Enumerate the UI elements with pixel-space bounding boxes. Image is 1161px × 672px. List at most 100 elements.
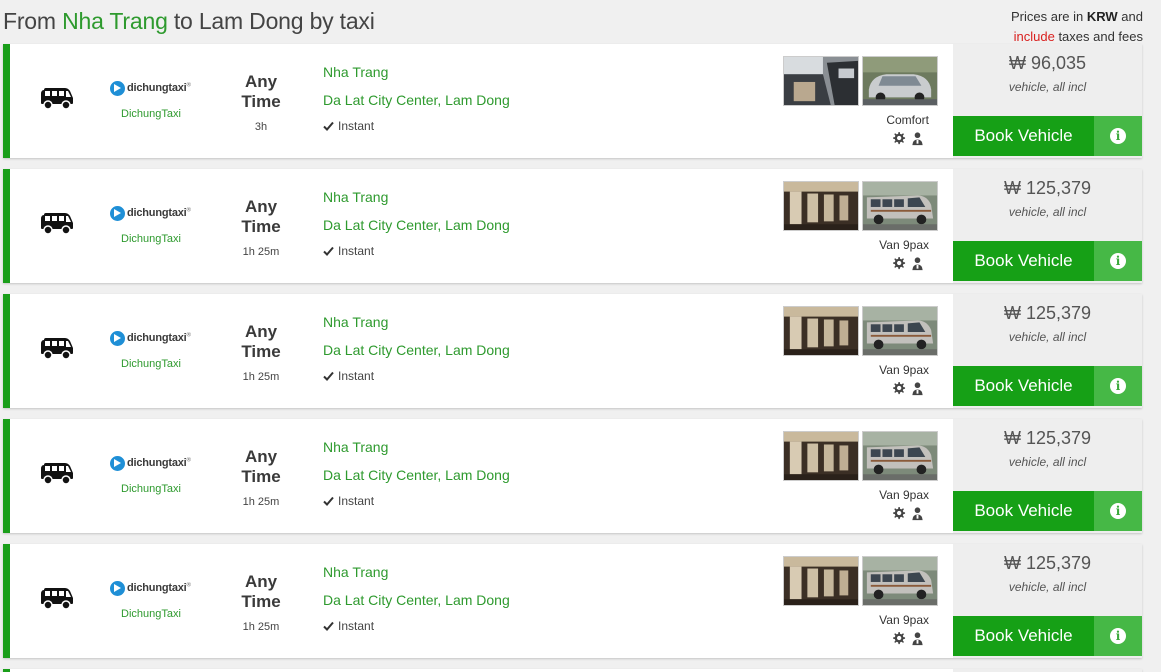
operator-logo-wordmark: dichungtaxi <box>127 207 187 219</box>
price-box: ₩ 96,035 vehicle, all incl Book Vehicle … <box>953 44 1142 158</box>
departure-time: Any Time <box>225 447 297 487</box>
title-destination: Lam Dong <box>198 8 304 34</box>
note-include: include <box>1013 29 1055 44</box>
van-icon <box>41 88 73 110</box>
info-icon: i <box>1110 253 1126 269</box>
vehicle-photo-interior[interactable] <box>783 181 859 231</box>
price-amount: ₩ 125,379 <box>1003 178 1092 198</box>
time-line1: Any <box>244 447 278 466</box>
info-button[interactable]: i <box>1094 241 1142 281</box>
info-icon: i <box>1110 128 1126 144</box>
book-vehicle-button[interactable]: Book Vehicle <box>953 491 1094 531</box>
gear-icon <box>893 131 906 145</box>
operator-logo-text: dichungtaxi® <box>127 207 191 219</box>
operator-name: DichungTaxi <box>121 608 181 620</box>
info-button[interactable]: i <box>1094 616 1142 656</box>
trip-duration: 1h 25m <box>242 371 280 383</box>
pickup-location[interactable]: Nha Trang <box>323 439 388 455</box>
price-box: ₩ 125,379 vehicle, all incl Book Vehicle… <box>953 544 1142 658</box>
vehicle-photo-interior[interactable] <box>783 431 859 481</box>
dropoff-location[interactable]: Da Lat City Center, Lam Dong <box>323 592 510 608</box>
price-currency-note: Prices are in KRW and include taxes and … <box>1011 7 1143 47</box>
operator-logo-mark <box>110 205 125 221</box>
van-icon <box>41 463 73 485</box>
instant-label: Instant <box>338 619 375 633</box>
price-amount: ₩ 96,035 <box>1008 53 1087 73</box>
vehicle-class: Van 9pax <box>879 613 929 627</box>
pickup-location[interactable]: Nha Trang <box>323 564 388 580</box>
book-vehicle-button[interactable]: Book Vehicle <box>953 616 1094 656</box>
instant-label: Instant <box>338 494 375 508</box>
instant-confirmation: Instant <box>323 369 374 383</box>
dropoff-location[interactable]: Da Lat City Center, Lam Dong <box>323 467 510 483</box>
book-vehicle-button[interactable]: Book Vehicle <box>953 241 1094 281</box>
title-suffix: by taxi <box>303 8 375 34</box>
trip-duration: 1h 25m <box>242 246 280 258</box>
row-accent-bar <box>3 44 10 158</box>
vehicle-photo-interior[interactable] <box>783 556 859 606</box>
vehicle-class: Van 9pax <box>879 488 929 502</box>
operator-name: DichungTaxi <box>121 108 181 120</box>
result-row: dichungtaxi® DichungTaxi Any Time 1h 25m… <box>3 169 1142 283</box>
note-prefix: Prices are in <box>1011 9 1087 24</box>
operator-name: DichungTaxi <box>121 233 181 245</box>
result-row: dichungtaxi® DichungTaxi Any Time 3h Nha… <box>3 44 1142 158</box>
dropoff-location[interactable]: Da Lat City Center, Lam Dong <box>323 217 510 233</box>
departure-time: Any Time <box>225 572 297 612</box>
trip-duration: 1h 25m <box>242 496 280 508</box>
van-icon <box>41 213 73 235</box>
page-title: From Nha Trang to Lam Dong by taxi <box>3 8 375 35</box>
gear-icon <box>893 381 906 395</box>
time-line2: Time <box>241 217 281 236</box>
operator-logo-wordmark: dichungtaxi <box>127 82 187 94</box>
vehicle-photo-interior[interactable] <box>783 306 859 356</box>
info-button[interactable]: i <box>1094 366 1142 406</box>
pickup-location[interactable]: Nha Trang <box>323 64 388 80</box>
pickup-location[interactable]: Nha Trang <box>323 314 388 330</box>
vehicle-class: Comfort <box>886 113 929 127</box>
vehicle-photo-exterior[interactable] <box>862 181 938 231</box>
dropoff-location[interactable]: Da Lat City Center, Lam Dong <box>323 342 510 358</box>
operator-logo: dichungtaxi® <box>110 329 194 347</box>
operator-logo: dichungtaxi® <box>110 79 194 97</box>
operator-logo-mark <box>110 455 125 471</box>
operator-logo: dichungtaxi® <box>110 204 194 222</box>
vehicle-photo-exterior[interactable] <box>862 431 938 481</box>
dropoff-location[interactable]: Da Lat City Center, Lam Dong <box>323 92 510 108</box>
info-button[interactable]: i <box>1094 491 1142 531</box>
operator-logo: dichungtaxi® <box>110 454 194 472</box>
instant-label: Instant <box>338 369 375 383</box>
time-line2: Time <box>241 467 281 486</box>
time-line2: Time <box>241 592 281 611</box>
gear-icon <box>893 631 906 645</box>
vehicle-photo-exterior[interactable] <box>862 556 938 606</box>
vehicle-photo-exterior[interactable] <box>862 306 938 356</box>
price-amount: ₩ 125,379 <box>1003 553 1092 573</box>
trip-duration: 3h <box>254 121 268 133</box>
vehicle-photo-exterior[interactable] <box>862 56 938 106</box>
instant-confirmation: Instant <box>323 619 374 633</box>
title-middle: to <box>167 8 199 34</box>
time-line1: Any <box>244 72 278 91</box>
operator-logo-mark <box>110 80 125 96</box>
vehicle-photo-interior[interactable] <box>783 56 859 106</box>
info-button[interactable]: i <box>1094 116 1142 156</box>
book-vehicle-button[interactable]: Book Vehicle <box>953 116 1094 156</box>
operator-logo-wordmark: dichungtaxi <box>127 582 187 594</box>
results-list: dichungtaxi® DichungTaxi Any Time 3h Nha… <box>3 44 1142 669</box>
book-vehicle-button[interactable]: Book Vehicle <box>953 366 1094 406</box>
title-origin: Nha Trang <box>62 8 168 34</box>
operator-logo-wordmark: dichungtaxi <box>127 332 187 344</box>
time-line2: Time <box>241 92 281 111</box>
gear-icon <box>893 506 906 520</box>
note-and: and <box>1117 9 1143 24</box>
check-icon <box>323 246 334 256</box>
currency-code: KRW <box>1086 9 1118 24</box>
operator-logo-text: dichungtaxi® <box>127 332 191 344</box>
title-prefix: From <box>3 8 63 34</box>
operator-logo: dichungtaxi® <box>110 579 194 597</box>
driver-icon <box>912 257 923 271</box>
pickup-location[interactable]: Nha Trang <box>323 189 388 205</box>
departure-time: Any Time <box>225 197 297 237</box>
info-icon: i <box>1110 378 1126 394</box>
